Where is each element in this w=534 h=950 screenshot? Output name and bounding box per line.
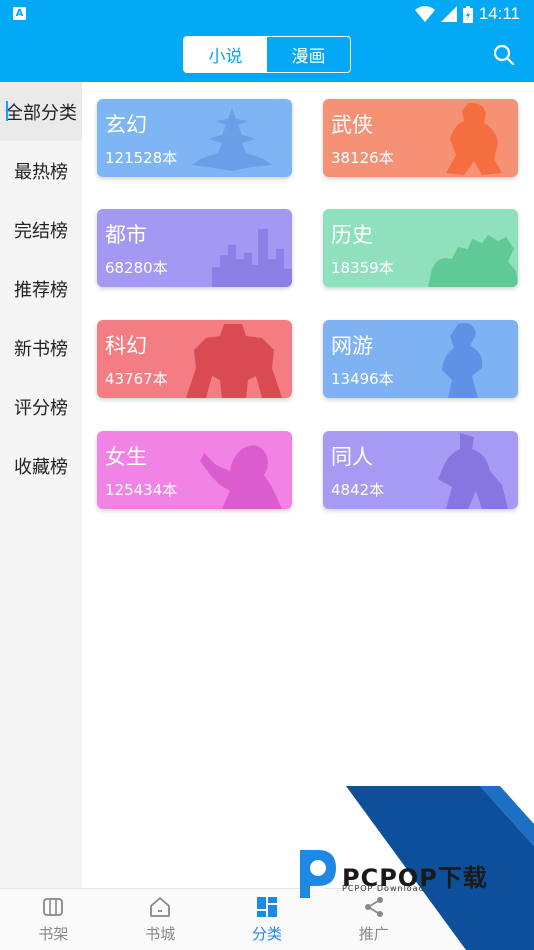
category-grid-icon — [256, 897, 277, 917]
category-card-dushi[interactable]: 都市 68280本 — [97, 209, 292, 287]
tab-comic[interactable]: 漫画 — [267, 37, 350, 72]
category-count: 43767本 — [105, 370, 168, 388]
category-name: 武侠 — [331, 113, 373, 137]
category-count: 68280本 — [105, 259, 168, 277]
category-card-lishi[interactable]: 历史 18359本 — [323, 209, 518, 287]
sidebar-item-rating[interactable]: 评分榜 — [0, 377, 82, 436]
battery-icon — [462, 5, 473, 23]
category-card-kehuan[interactable]: 科幻 43767本 — [97, 320, 292, 398]
sidebar-item-finished[interactable]: 完结榜 — [0, 200, 82, 259]
anime-silhouette-icon — [438, 433, 508, 509]
category-card-xuanhuan[interactable]: 玄幻 121528本 — [97, 99, 292, 177]
category-name: 女生 — [105, 445, 147, 469]
category-count: 4842本 — [331, 481, 385, 499]
ranking-sidebar: 全部分类 最热榜 完结榜 推荐榜 新书榜 评分榜 收藏榜 — [0, 82, 82, 888]
status-bar: A 14:11 — [0, 0, 534, 28]
wifi-icon — [414, 6, 435, 22]
home-icon — [150, 897, 171, 917]
category-card-nvsheng[interactable]: 女生 125434本 — [97, 431, 292, 509]
sidebar-item-all[interactable]: 全部分类 — [0, 82, 82, 141]
app-header: A 14:11 小说 漫画 — [0, 0, 534, 82]
category-card-tongren[interactable]: 同人 4842本 — [323, 431, 518, 509]
category-name: 都市 — [105, 223, 147, 247]
pagoda-silhouette-icon — [192, 107, 272, 171]
nav-label: 分类 — [251, 925, 282, 943]
content-type-switch: 小说 漫画 — [183, 36, 351, 73]
category-count: 13496本 — [331, 370, 394, 388]
category-count: 121528本 — [105, 149, 178, 167]
tab-novel[interactable]: 小说 — [184, 37, 267, 72]
warrior-silhouette-icon — [446, 102, 502, 175]
watermark-subtext: PCPOP Download — [342, 884, 425, 893]
sidebar-item-recommended[interactable]: 推荐榜 — [0, 259, 82, 318]
sidebar-item-favorites[interactable]: 收藏榜 — [0, 436, 82, 495]
signal-icon — [440, 6, 457, 22]
category-name: 历史 — [331, 223, 373, 247]
nav-bookshelf[interactable]: 书架 — [0, 889, 107, 950]
category-name: 同人 — [331, 445, 373, 469]
nav-label: 书架 — [38, 925, 69, 943]
sidebar-item-new[interactable]: 新书榜 — [0, 318, 82, 377]
category-count: 38126本 — [331, 149, 394, 167]
nav-bookstore[interactable]: 书城 — [107, 889, 214, 950]
gamer-silhouette-icon — [442, 323, 483, 398]
woman-silhouette-icon — [200, 445, 282, 509]
search-icon[interactable] — [492, 43, 516, 67]
notification-icon: A — [13, 7, 26, 20]
category-card-wangyou[interactable]: 网游 13496本 — [323, 320, 518, 398]
army-silhouette-icon — [428, 235, 518, 287]
bookshelf-icon — [43, 898, 64, 916]
sidebar-item-hot[interactable]: 最热榜 — [0, 141, 82, 200]
robot-silhouette-icon — [186, 324, 282, 398]
category-name: 网游 — [331, 334, 373, 358]
category-name: 科幻 — [105, 334, 147, 358]
category-name: 玄幻 — [105, 113, 147, 137]
category-card-wuxia[interactable]: 武侠 38126本 — [323, 99, 518, 177]
category-count: 125434本 — [105, 481, 178, 499]
clock: 14:11 — [478, 4, 520, 23]
city-skyline-icon — [212, 229, 292, 287]
category-count: 18359本 — [331, 259, 394, 277]
nav-label: 书城 — [145, 925, 176, 943]
